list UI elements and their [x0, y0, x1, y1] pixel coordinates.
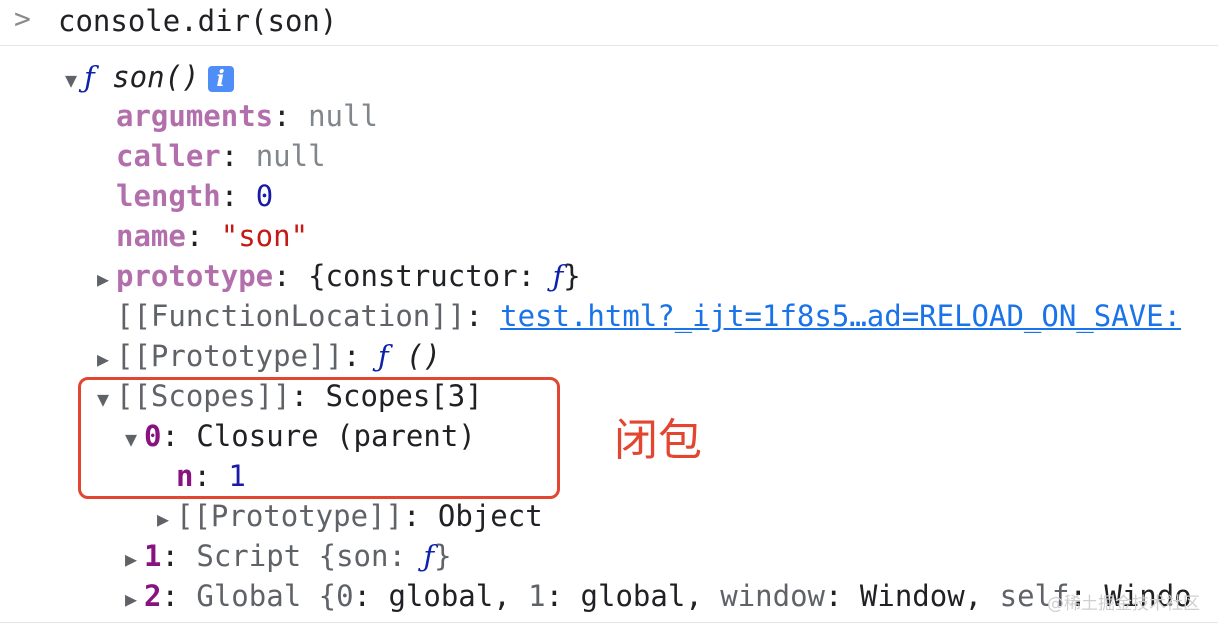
- separator: :: [342, 339, 378, 373]
- preview-value: : global,: [353, 579, 529, 613]
- property-length: length: 0: [116, 177, 273, 215]
- closure-annotation: 闭包: [614, 415, 702, 466]
- property-key: arguments: [116, 99, 274, 133]
- separator: :: [402, 499, 438, 533]
- property-key: length: [116, 179, 221, 213]
- property-key: [[Prototype]]: [116, 339, 343, 373]
- property-prototype[interactable]: ▶ prototype: {constructor: ƒ}: [90, 257, 581, 295]
- scope-global[interactable]: ▶ 2: Global {0: global, 1: global, window…: [118, 577, 1192, 615]
- function-location-link[interactable]: test.html?_ijt=1f8s5…ad=RELOAD_ON_SAVE:: [500, 299, 1181, 333]
- property-key: [[FunctionLocation]]: [116, 299, 466, 333]
- property-value: "son": [220, 219, 309, 253]
- function-name: son(): [112, 60, 200, 94]
- separator: :: [161, 579, 197, 613]
- separator: :: [273, 259, 309, 293]
- function-symbol: ƒ: [84, 60, 95, 94]
- brace-close: }: [563, 259, 581, 293]
- property-key: caller: [116, 139, 221, 173]
- property-value: null: [255, 139, 326, 173]
- console-input-row[interactable]: > console.dir(son): [0, 0, 1218, 46]
- preview-value: : Window,: [825, 579, 1000, 613]
- preview-key: 0: [336, 579, 354, 613]
- separator: :: [220, 179, 256, 213]
- separator: :: [220, 139, 256, 173]
- function-symbol: ƒ: [423, 539, 435, 573]
- property-function-location: [[FunctionLocation]]: test.html?_ijt=1f8…: [116, 297, 1181, 335]
- watermark: @稀土掘金技术社区: [1047, 594, 1200, 614]
- triangle-right-icon[interactable]: ▶: [150, 500, 176, 538]
- separator: :: [185, 219, 221, 253]
- property-name: name: "son": [116, 217, 308, 255]
- property-key: prototype: [116, 259, 274, 293]
- scope-script[interactable]: ▶ 1: Script {son: ƒ}: [118, 537, 452, 575]
- console-command[interactable]: console.dir(son): [58, 4, 337, 38]
- property-value: Object: [437, 499, 543, 533]
- separator: :: [465, 299, 501, 333]
- property-value: Script {son:: [196, 539, 424, 573]
- property-key: 2: [144, 579, 162, 613]
- preview-key: window: [720, 579, 825, 613]
- triangle-down-icon[interactable]: ▼: [58, 61, 84, 99]
- info-icon[interactable]: i: [207, 66, 234, 92]
- tree-root[interactable]: ▼ ƒ son() i: [58, 58, 234, 96]
- triangle-right-icon[interactable]: ▶: [90, 260, 116, 298]
- separator: :: [161, 539, 197, 573]
- property-value: (): [388, 339, 442, 373]
- divider: [0, 622, 1218, 623]
- preview-key: 1: [528, 579, 546, 613]
- closure-prototype[interactable]: ▶ [[Prototype]]: Object: [150, 497, 543, 535]
- separator: :: [273, 99, 309, 133]
- property-value: Global {: [196, 579, 337, 613]
- function-symbol: ƒ: [552, 259, 564, 293]
- property-key: name: [116, 219, 186, 253]
- property-key: [[Prototype]]: [176, 499, 403, 533]
- triangle-right-icon[interactable]: ▶: [90, 340, 116, 378]
- property-key: 1: [144, 539, 162, 573]
- preview-value: : global,: [545, 579, 721, 613]
- property-value: {constructor:: [308, 259, 553, 293]
- function-symbol: ƒ: [377, 339, 389, 373]
- property-value: null: [308, 99, 378, 133]
- brace-close: }: [434, 539, 452, 573]
- chevron-right-icon: >: [14, 2, 31, 35]
- closure-highlight-box: [78, 377, 560, 499]
- property-value: 0: [255, 179, 274, 213]
- triangle-right-icon[interactable]: ▶: [118, 540, 144, 578]
- triangle-right-icon[interactable]: ▶: [118, 580, 144, 618]
- property-arguments: arguments: null: [116, 97, 378, 135]
- property-internal-prototype[interactable]: ▶ [[Prototype]]: ƒ (): [90, 337, 441, 375]
- property-caller: caller: null: [116, 137, 326, 175]
